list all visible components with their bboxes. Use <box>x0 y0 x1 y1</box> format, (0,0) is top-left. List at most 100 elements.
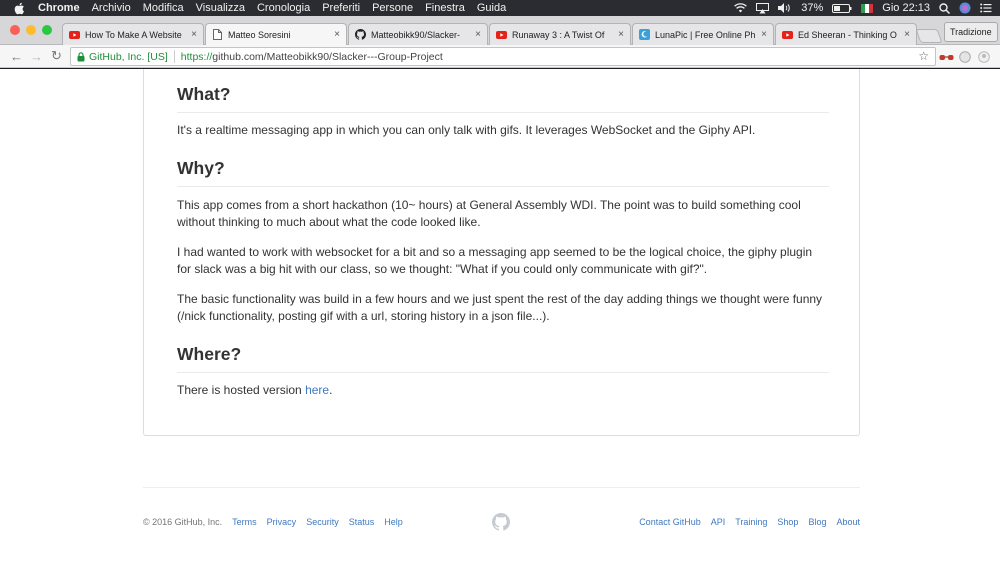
section-where-body: There is hosted version here. <box>177 382 829 399</box>
what-paragraph: It's a realtime messaging app in which y… <box>177 123 756 137</box>
menu-finestra[interactable]: Finestra <box>425 2 465 14</box>
menu-modifica[interactable]: Modifica <box>143 2 184 14</box>
lunapic-icon <box>639 29 650 40</box>
tab-title: Ed Sheeran - Thinking O <box>798 29 897 40</box>
youtube-icon <box>782 29 793 40</box>
battery-icon[interactable] <box>832 3 852 13</box>
footer-left: © 2016 GitHub, Inc. Terms Privacy Securi… <box>143 517 403 527</box>
security-label[interactable]: GitHub, Inc. [US] <box>89 51 168 63</box>
address-separator <box>173 50 175 63</box>
where-heading: Where? <box>177 344 829 373</box>
footer-link-training[interactable]: Training <box>735 517 767 527</box>
section-why-body: This app comes from a short hackathon (1… <box>177 197 829 231</box>
address-bar[interactable]: GitHub, Inc. [US] https:// github.com/Ma… <box>70 47 936 66</box>
macos-menu-bar: Chrome Archivio Modifica Visualizza Cron… <box>0 0 1000 16</box>
section-where: Where? <box>177 344 829 373</box>
profile-extension-icon[interactable] <box>978 50 990 68</box>
tab-how-to-make-a-website[interactable]: How To Make A Website × <box>62 23 204 45</box>
tab-close-icon[interactable]: × <box>475 29 481 40</box>
minimize-window-button[interactable] <box>26 25 36 35</box>
hosted-version-link[interactable]: here <box>305 383 329 397</box>
translate-button[interactable]: Tradizione <box>944 22 998 42</box>
footer-link-privacy[interactable]: Privacy <box>267 517 297 527</box>
sunglasses-extension-icon[interactable] <box>939 50 954 68</box>
github-icon <box>355 29 366 40</box>
where-text: There is hosted version <box>177 383 306 397</box>
footer-right: Contact GitHub API Training Shop Blog Ab… <box>639 517 860 527</box>
footer-link-blog[interactable]: Blog <box>808 517 826 527</box>
zoom-window-button[interactable] <box>42 25 52 35</box>
menu-persone[interactable]: Persone <box>372 2 413 14</box>
tab-title: LunaPic | Free Online Ph <box>655 29 756 40</box>
browser-toolbar: ← → ↻ GitHub, Inc. [US] https:// github.… <box>0 45 1000 68</box>
tab-title: Matteobikk90/Slacker- <box>371 29 461 40</box>
tab-title: How To Make A Website <box>85 29 182 40</box>
github-page: What? It's a realtime messaging app in w… <box>0 69 1000 562</box>
footer-link-security[interactable]: Security <box>306 517 339 527</box>
footer-link-shop[interactable]: Shop <box>777 517 798 527</box>
reload-icon[interactable]: ↻ <box>51 48 62 64</box>
footer-link-contact-github[interactable]: Contact GitHub <box>639 517 701 527</box>
footer-link-about[interactable]: About <box>836 517 860 527</box>
section-why-body-3: The basic functionality was build in a f… <box>177 291 829 325</box>
tab-title: Runaway 3 : A Twist Of <box>512 29 605 40</box>
tab-close-icon[interactable]: × <box>618 29 624 40</box>
tab-matteo-soresini[interactable]: Matteo Soresini × <box>205 23 347 45</box>
close-window-button[interactable] <box>10 25 20 35</box>
tab-title: Matteo Soresini <box>228 29 291 40</box>
back-arrow-icon[interactable]: ← <box>10 49 23 64</box>
page-icon <box>212 29 223 40</box>
chrome-tab-strip: How To Make A Website × Matteo Soresini … <box>0 16 1000 45</box>
url-protocol: https:// <box>180 50 213 63</box>
section-what-body: It's a realtime messaging app in which y… <box>177 122 829 139</box>
why-paragraph-1: This app comes from a short hackathon (1… <box>177 198 801 229</box>
italian-flag-icon[interactable] <box>861 3 874 13</box>
menu-guida[interactable]: Guida <box>477 2 506 14</box>
footer-link-terms[interactable]: Terms <box>232 517 257 527</box>
extension-icon[interactable] <box>959 50 971 68</box>
tab-close-icon[interactable]: × <box>191 29 197 40</box>
section-what: What? <box>177 84 829 113</box>
tab-slacker-repo[interactable]: Matteobikk90/Slacker- × <box>348 23 488 45</box>
volume-icon[interactable] <box>778 3 792 13</box>
airplay-icon[interactable] <box>756 2 770 14</box>
menu-app-chrome[interactable]: Chrome <box>38 2 80 14</box>
why-paragraph-3: The basic functionality was build in a f… <box>177 292 823 323</box>
tab-ed-sheeran[interactable]: Ed Sheeran - Thinking O × <box>775 23 917 45</box>
footer-copyright: © 2016 GitHub, Inc. <box>143 517 223 527</box>
battery-percent: 37% <box>801 2 824 14</box>
spotlight-search-icon[interactable] <box>939 2 950 14</box>
bookmark-star-icon[interactable]: ☆ <box>918 49 929 63</box>
where-paragraph: There is hosted version here. <box>177 382 829 399</box>
tab-close-icon[interactable]: × <box>761 29 767 40</box>
youtube-icon <box>69 29 80 40</box>
clock[interactable]: Gio 22:13 <box>882 2 930 14</box>
why-heading: Why? <box>177 158 829 187</box>
why-paragraph-2: I had wanted to work with websocket for … <box>177 245 813 276</box>
menu-visualizza[interactable]: Visualizza <box>196 2 245 14</box>
new-tab-button[interactable] <box>915 29 943 43</box>
tab-lunapic[interactable]: LunaPic | Free Online Ph × <box>632 23 774 45</box>
menu-preferiti[interactable]: Preferiti <box>322 2 360 14</box>
footer-link-status[interactable]: Status <box>349 517 375 527</box>
menu-archivio[interactable]: Archivio <box>92 2 131 14</box>
tab-close-icon[interactable]: × <box>334 29 340 40</box>
readme-container: What? It's a realtime messaging app in w… <box>143 69 860 436</box>
forward-arrow-icon[interactable]: → <box>30 49 43 64</box>
youtube-icon <box>496 29 507 40</box>
where-suffix: . <box>329 383 333 397</box>
notification-center-icon[interactable] <box>980 3 992 13</box>
wifi-icon[interactable] <box>734 3 748 13</box>
footer-link-help[interactable]: Help <box>384 517 403 527</box>
github-octocat-icon[interactable] <box>492 513 510 536</box>
window-controls <box>10 25 52 35</box>
apple-icon[interactable] <box>14 1 28 15</box>
url-path: github.com/Matteobikk90/Slacker---Group-… <box>212 50 443 63</box>
lock-icon[interactable] <box>77 51 85 62</box>
siri-icon[interactable] <box>959 2 971 14</box>
tab-close-icon[interactable]: × <box>904 29 910 40</box>
tab-runaway-3[interactable]: Runaway 3 : A Twist Of × <box>489 23 631 45</box>
menu-cronologia[interactable]: Cronologia <box>257 2 310 14</box>
what-heading: What? <box>177 84 829 113</box>
footer-link-api[interactable]: API <box>711 517 726 527</box>
